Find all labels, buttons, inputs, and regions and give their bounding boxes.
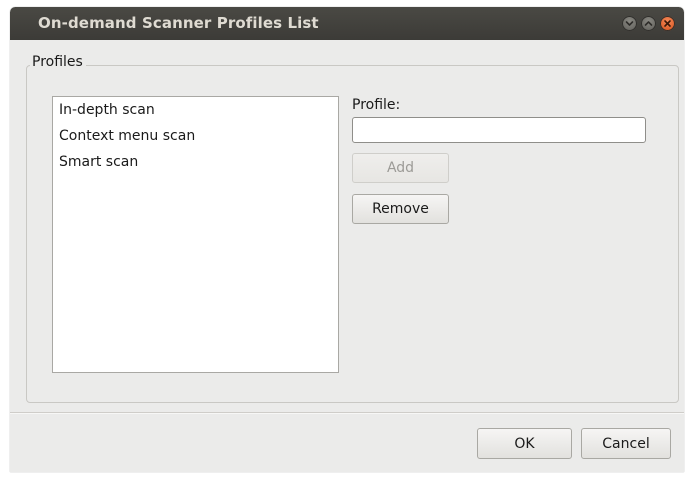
close-icon[interactable] [660, 16, 675, 31]
list-item[interactable]: Context menu scan [59, 128, 195, 144]
minimize-icon[interactable] [622, 16, 637, 31]
maximize-icon[interactable] [641, 16, 656, 31]
list-item[interactable]: In-depth scan [59, 102, 155, 118]
cancel-button[interactable]: Cancel [581, 428, 671, 459]
dialog-window: On-demand Scanner Profiles List Profiles… [10, 7, 684, 472]
profile-field-label: Profile: [352, 97, 401, 113]
profiles-group-label: Profiles [30, 54, 86, 70]
list-item[interactable]: Smart scan [59, 154, 138, 170]
profile-input[interactable] [352, 117, 646, 143]
title-bar[interactable]: On-demand Scanner Profiles List [10, 7, 684, 40]
profiles-list[interactable]: In-depth scan Context menu scan Smart sc… [52, 96, 339, 373]
ok-button[interactable]: OK [477, 428, 572, 459]
separator-highlight [10, 413, 684, 414]
window-title: On-demand Scanner Profiles List [38, 14, 319, 32]
add-button[interactable]: Add [352, 153, 449, 183]
remove-button[interactable]: Remove [352, 194, 449, 224]
